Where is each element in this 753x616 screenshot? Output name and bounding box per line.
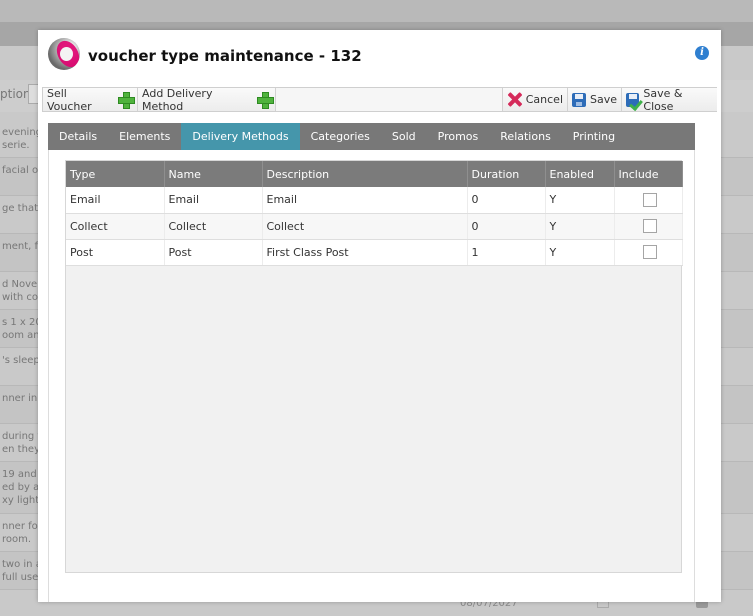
tab-details[interactable]: Details — [48, 123, 108, 150]
save-button[interactable]: Save — [567, 88, 621, 111]
column-header-enabled[interactable]: Enabled — [545, 161, 615, 187]
cell-type: Post — [66, 239, 165, 266]
cell-type: Collect — [66, 213, 165, 240]
save-icon — [572, 92, 586, 107]
save-label: Save — [589, 93, 617, 106]
include-checkbox[interactable] — [642, 245, 657, 259]
add-delivery-method-label: Add Delivery Method — [142, 86, 213, 113]
cell-enabled: Y — [545, 187, 615, 214]
table-row[interactable]: Post Post First Class Post 1 Y — [66, 239, 683, 266]
cancel-icon — [507, 92, 522, 107]
delivery-methods-grid: Type Name Description Duration Enabled I… — [65, 160, 683, 573]
cell-name: Collect — [164, 213, 263, 240]
cell-name: Post — [164, 239, 263, 266]
cell-description: Email — [262, 187, 468, 214]
dialog-header: voucher type maintenance - 132 i — [38, 30, 721, 86]
dialog-toolbar: Sell Voucher Add Delivery Method Cancel … — [42, 86, 717, 113]
cell-description: Collect — [262, 213, 468, 240]
table-row[interactable]: Collect Collect Collect 0 Y — [66, 213, 683, 240]
tab-relations[interactable]: Relations — [489, 123, 562, 150]
cell-enabled: Y — [545, 239, 615, 266]
cell-include — [614, 213, 683, 240]
cell-include — [614, 187, 683, 214]
delivery-methods-table: Type Name Description Duration Enabled I… — [66, 161, 683, 266]
cell-description: First Class Post — [262, 239, 468, 266]
cell-enabled: Y — [545, 213, 615, 240]
plus-icon — [256, 92, 275, 109]
save-close-label: Save & Close — [643, 86, 683, 113]
tab-delivery-methods[interactable]: Delivery Methods — [181, 123, 300, 150]
dialog-title: voucher type maintenance - 132 — [88, 47, 362, 65]
sell-voucher-button[interactable]: Sell Voucher — [43, 86, 138, 113]
background-toolbar-label: ption — [0, 87, 31, 101]
info-icon[interactable]: i — [695, 46, 709, 60]
add-delivery-method-button[interactable]: Add Delivery Method — [138, 86, 276, 113]
column-header-description[interactable]: Description — [262, 161, 468, 187]
table-row[interactable]: Email Email Email 0 Y — [66, 187, 683, 214]
voucher-type-dialog: voucher type maintenance - 132 i Sell Vo… — [38, 30, 721, 602]
tab-printing[interactable]: Printing — [562, 123, 626, 150]
column-header-include[interactable]: Include — [614, 161, 683, 187]
cancel-button[interactable]: Cancel — [502, 88, 567, 111]
plus-icon — [118, 92, 135, 109]
cell-name: Email — [164, 187, 263, 214]
column-header-name[interactable]: Name — [164, 161, 263, 187]
column-header-duration[interactable]: Duration — [467, 161, 546, 187]
cancel-label: Cancel — [525, 93, 563, 106]
save-close-icon — [626, 92, 640, 107]
tab-elements[interactable]: Elements — [108, 123, 181, 150]
column-header-type[interactable]: Type — [66, 161, 165, 187]
sell-voucher-label: Sell Voucher — [47, 86, 92, 113]
table-header-row: Type Name Description Duration Enabled I… — [66, 161, 683, 187]
save-close-button[interactable]: Save & Close — [621, 86, 717, 113]
background-topbar — [0, 0, 753, 22]
tab-sold[interactable]: Sold — [381, 123, 427, 150]
include-checkbox[interactable] — [642, 219, 657, 233]
cell-duration: 0 — [467, 213, 546, 240]
cell-type: Email — [66, 187, 165, 214]
tab-content: Type Name Description Duration Enabled I… — [48, 150, 695, 602]
cell-duration: 0 — [467, 187, 546, 214]
tab-categories[interactable]: Categories — [300, 123, 381, 150]
cell-include — [614, 239, 683, 266]
tab-bar: Details Elements Delivery Methods Catego… — [48, 123, 695, 150]
app-logo-icon — [48, 38, 80, 70]
cell-duration: 1 — [467, 239, 546, 266]
tab-promos[interactable]: Promos — [427, 123, 490, 150]
include-checkbox[interactable] — [642, 192, 657, 207]
